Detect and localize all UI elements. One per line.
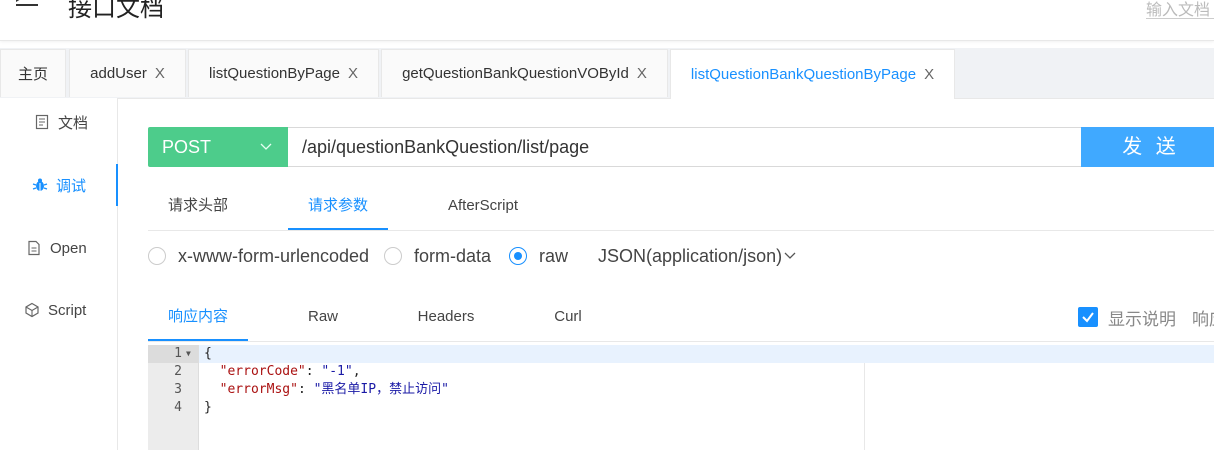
tab-close-icon[interactable]: X [637, 65, 647, 82]
chevron-down-icon [784, 246, 796, 267]
json-value: "黑名单IP，禁止访问" [313, 382, 449, 397]
tab-label: addUser [90, 65, 147, 82]
tab-listquestionbypage[interactable]: listQuestionByPage X [188, 49, 379, 97]
tab-headers[interactable]: Headers [396, 294, 496, 340]
tab-afterscript[interactable]: AfterScript [433, 182, 533, 229]
sidebar-item-debug[interactable]: 调试 [0, 165, 117, 205]
tab-request-headers[interactable]: 请求头部 [148, 182, 248, 229]
show-description-toggle[interactable]: 显示说明 响应 [1078, 306, 1214, 329]
sidebar-item-open[interactable]: Open [0, 228, 117, 268]
code-line: } [204, 399, 212, 417]
tab-getquestionbankquestionvobyid[interactable]: getQuestionBankQuestionVOById X [381, 49, 668, 97]
tab-response-content[interactable]: 响应内容 [148, 294, 248, 341]
sidebar-item-label: Open [50, 239, 87, 257]
line-number: 2 [174, 364, 182, 379]
tab-raw[interactable]: Raw [273, 294, 373, 340]
sidebar-item-docs[interactable]: 文档 [0, 102, 117, 142]
tabs-bar: 主页 addUser X listQuestionByPage X getQue… [0, 48, 1214, 99]
code-line: { [204, 345, 212, 363]
page-title: 接口文档 [68, 0, 164, 22]
tab-label: 主页 [17, 66, 48, 83]
code-line: "errorCode": "-1", [219, 364, 361, 379]
radio-circle[interactable] [384, 247, 402, 265]
tab-home[interactable]: 主页 [0, 49, 66, 97]
radio-label: x-www-form-urlencoded [178, 245, 370, 266]
radio-form-data[interactable]: form-data [384, 243, 491, 269]
json-key: "errorMsg" [219, 382, 298, 397]
code-line: "errorMsg": "黑名单IP，禁止访问" [219, 382, 449, 397]
sidebar-item-label: 调试 [56, 177, 87, 195]
response-editor[interactable]: 1 ▼ 2 3 4 { "errorCode": "-1", "errorMsg… [148, 345, 1214, 450]
radio-raw[interactable]: raw [509, 243, 568, 269]
tab-close-icon[interactable]: X [924, 66, 934, 83]
tab-request-params[interactable]: 请求参数 [288, 182, 388, 230]
file-icon [26, 240, 42, 256]
search-input[interactable]: 输入文档 [1146, 0, 1214, 19]
checkbox-checked-icon[interactable] [1078, 307, 1098, 327]
tab-curl[interactable]: Curl [518, 294, 618, 340]
json-key: "errorCode" [219, 364, 306, 379]
sidebar: 文档 调试 Open Script [0, 98, 118, 450]
radio-label: form-data [414, 245, 492, 266]
code-brace: } [204, 400, 212, 415]
radio-urlencoded[interactable]: x-www-form-urlencoded [148, 243, 369, 269]
line-number-row: 1 ▼ [148, 345, 198, 363]
menu-toggle-icon[interactable] [16, 0, 40, 12]
radio-label: raw [539, 245, 569, 266]
code-brace: { [204, 346, 212, 361]
bug-icon [32, 177, 48, 193]
tab-label: listQuestionBankQuestionByPage [690, 66, 917, 83]
fold-arrow-icon[interactable]: ▼ [186, 345, 191, 363]
request-tabs: 请求头部 请求参数 AfterScript [148, 182, 1214, 231]
content-type-label: JSON(application/json) [598, 245, 783, 266]
top-header: 接口文档 输入文档 [0, 0, 1214, 41]
radio-circle-selected[interactable] [509, 247, 527, 265]
method-label: POST [162, 137, 212, 157]
line-number-gutter: 1 ▼ 2 3 4 [148, 345, 199, 450]
sidebar-item-label: 文档 [58, 114, 89, 132]
response-tabs: 响应内容 Raw Headers Curl [148, 294, 1214, 342]
sidebar-item-script[interactable]: Script [0, 290, 117, 330]
document-icon [34, 114, 50, 130]
json-value: "-1" [321, 364, 353, 379]
send-button[interactable]: 发 送 [1081, 127, 1214, 167]
method-select[interactable]: POST [148, 127, 288, 167]
url-input[interactable]: /api/questionBankQuestion/list/page [288, 127, 1082, 167]
content-type-select[interactable]: JSON(application/json) [598, 243, 796, 269]
sidebar-active-indicator [116, 164, 118, 206]
chevron-down-icon [260, 127, 272, 182]
tab-adduser[interactable]: addUser X [69, 49, 186, 97]
show-description-label: 显示说明 [1108, 309, 1176, 329]
tab-listquestionbankquestionbypage[interactable]: listQuestionBankQuestionByPage X [670, 49, 955, 99]
line-number: 1 [174, 346, 182, 361]
code-sandbox-icon [24, 302, 40, 318]
radio-circle[interactable] [148, 247, 166, 265]
sidebar-item-label: Script [48, 301, 87, 319]
tab-label: getQuestionBankQuestionVOById [402, 65, 629, 82]
line-number: 4 [174, 400, 182, 415]
tab-close-icon[interactable]: X [348, 65, 358, 82]
tab-close-icon[interactable]: X [155, 65, 165, 82]
tab-label: listQuestionByPage [209, 65, 340, 82]
response-extra-label: 响应 [1192, 309, 1214, 329]
line-number: 3 [174, 382, 182, 397]
active-line-highlight [198, 345, 1214, 363]
